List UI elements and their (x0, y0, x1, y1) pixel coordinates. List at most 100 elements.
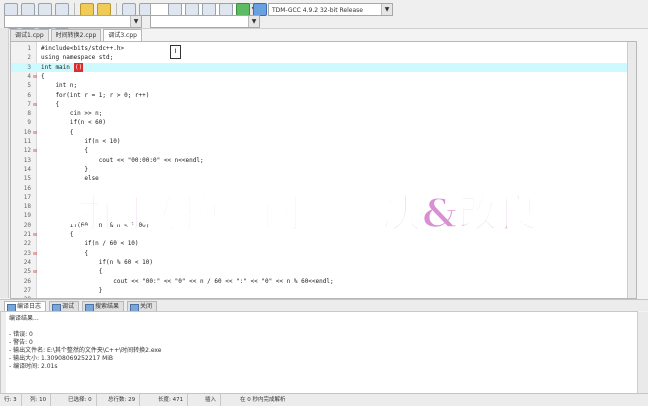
line-number: 24 (23, 258, 31, 266)
status-length-value: 471 (172, 397, 184, 403)
line-number: 2 (27, 54, 31, 62)
bottom-panel-tabs: 编译日志 调试 搜索结果 关闭 (0, 299, 648, 313)
tab-file-2[interactable]: 时间转换2.cpp (50, 29, 102, 41)
code-text: } (41, 165, 88, 173)
code-text: cout << "00:" << "0" << n / 60 << ":" <<… (41, 277, 334, 285)
status-total-lines-value: 29 (128, 397, 136, 403)
code-line[interactable]: 2 using namespace std; (11, 53, 636, 62)
fold-icon[interactable]: ⊟ (32, 148, 38, 154)
code-text: using namespace std; (41, 54, 114, 62)
line-number: 26 (23, 277, 31, 285)
code-line[interactable]: 11 if(n < 10) (11, 137, 636, 146)
output-line: - 编译时间: 2.01s (9, 363, 58, 370)
status-row-value: 3 (13, 397, 17, 403)
line-number: 1 (27, 45, 31, 52)
status-length: 长度: 471 (158, 394, 189, 406)
fold-icon[interactable]: ⊟ (32, 232, 38, 238)
output-heading: 编译结果... (9, 315, 39, 322)
code-line[interactable]: 4 ⊟{ (11, 72, 636, 81)
editor-vertical-scrollbar[interactable] (627, 42, 636, 298)
code-line[interactable]: 10 ⊟ { (11, 128, 636, 137)
tab-compile-log-label: 编译日志 (17, 303, 42, 310)
function-select[interactable]: ▼ (150, 15, 260, 28)
tab-debug-label: 调试 (62, 303, 75, 310)
code-text: if(n / 60 < 10) (41, 240, 139, 248)
code-text: { (41, 128, 74, 136)
line-number: 3 (27, 63, 31, 71)
compiler-select-value: TDM-GCC 4.9.2 32-bit Release (272, 7, 363, 14)
tab-close-label: 关闭 (140, 303, 153, 310)
status-col-label: 列: (30, 397, 38, 403)
code-line[interactable]: 23 ⊟ { (11, 249, 636, 258)
code-line[interactable]: 1 #include<bits/stdc++.h> (11, 44, 636, 53)
line-number: 21 (23, 231, 31, 238)
text-cursor-icon: I (170, 45, 181, 59)
code-line[interactable]: 7 ⊟ { (11, 100, 636, 109)
status-row: 行: 3 (4, 394, 22, 406)
code-line[interactable]: 6 for(int r = 1; r > 0; r++) (11, 91, 636, 100)
line-number: 11 (23, 138, 31, 145)
code-text: int n; (41, 82, 78, 90)
code-text: { (41, 72, 45, 80)
code-line[interactable]: 14 } (11, 165, 636, 174)
line-number: 14 (23, 165, 31, 173)
tab-file-1[interactable]: 调试1.cpp (10, 29, 49, 41)
code-text: } (41, 286, 103, 294)
code-text: #include<bits/stdc++.h> (41, 45, 125, 52)
code-line[interactable]: 5 int n; (11, 81, 636, 90)
status-row-label: 行: (4, 397, 12, 403)
line-number: 12 (23, 147, 31, 155)
overlay-title: 时间转换器问题解决&改良 (61, 190, 539, 238)
compile-output-panel[interactable]: 编译结果... - 错误: 0 - 警告: 0 - 输出文件名: E:\其个整然… (0, 311, 648, 395)
fold-icon[interactable]: ⊟ (32, 74, 38, 80)
scope-select[interactable]: ▼ (4, 15, 142, 28)
code-line[interactable]: 13 cout << "00:00:0" << n<<endl; (11, 156, 636, 165)
code-line[interactable]: 8 cin >> n; (11, 109, 636, 118)
code-text: if(n < 10) (41, 138, 121, 145)
code-text: if(n % 60 < 10) (41, 258, 153, 266)
code-line[interactable]: 27 } (11, 286, 636, 295)
code-editor[interactable]: 1 #include<bits/stdc++.h> 2 using namespace… (10, 41, 637, 299)
line-number: 22 (23, 240, 31, 248)
status-length-label: 长度: (158, 397, 171, 403)
status-total-lines: 总行数: 29 (108, 394, 141, 406)
project-panel[interactable] (0, 28, 9, 298)
code-text: if(n < 60) (41, 119, 107, 127)
compiler-select[interactable]: TDM-GCC 4.9.2 32-bit Release ▼ (268, 3, 393, 16)
fold-icon[interactable]: ⊟ (32, 130, 38, 136)
code-text: cin >> n; (41, 110, 103, 118)
code-line[interactable]: 26 cout << "00:" << "0" << n / 60 << ":"… (11, 277, 636, 286)
fold-icon[interactable]: ⊟ (32, 269, 38, 275)
code-line[interactable]: 22 if(n / 60 < 10) (11, 239, 636, 248)
status-insert-mode: 插入 (205, 394, 222, 406)
code-line[interactable]: 3 int main () (11, 62, 636, 72)
chevron-down-icon: ▼ (248, 16, 259, 27)
output-line: - 输出文件名: E:\其个整然的文件夹\C++\时间转换2.exe (9, 347, 162, 354)
output-line: - 输出大小: 1.30908069252217 MiB (9, 355, 114, 362)
code-line[interactable]: 12 ⊟ { (11, 146, 636, 155)
status-selected: 已选择: 0 (68, 394, 97, 406)
status-selected-label: 已选择: (68, 397, 87, 403)
status-parse-message: 在 0 秒内完成解析 (240, 397, 286, 403)
line-number: 19 (23, 212, 31, 220)
status-col-value: 10 (39, 397, 47, 403)
status-total-lines-label: 总行数: (108, 397, 127, 403)
line-number: 27 (23, 286, 31, 294)
line-number: 9 (27, 119, 31, 127)
status-bar: 行: 3 列: 10 已选择: 0 总行数: 29 长度: 471 插入 在 0… (0, 393, 648, 406)
code-line[interactable]: 25 ⊟ { (11, 267, 636, 276)
code-line[interactable]: 24 if(n % 60 < 10) (11, 258, 636, 267)
status-col: 列: 10 (30, 394, 52, 406)
output-gutter (1, 312, 6, 394)
fold-icon[interactable]: ⊟ (32, 102, 38, 108)
code-text: { (41, 249, 88, 257)
code-line[interactable]: 9 if(n < 60) (11, 118, 636, 127)
fold-icon[interactable]: ⊟ (32, 251, 38, 257)
output-vertical-scrollbar[interactable] (637, 312, 648, 394)
error-highlight-icon: () (74, 62, 84, 72)
code-text: cout << "00:00:0" << n<<endl; (41, 156, 204, 164)
line-number: 15 (23, 175, 31, 183)
output-line: - 警告: 0 (9, 339, 33, 346)
tab-file-3[interactable]: 调试3.cpp (103, 29, 142, 41)
line-number: 18 (23, 203, 31, 211)
